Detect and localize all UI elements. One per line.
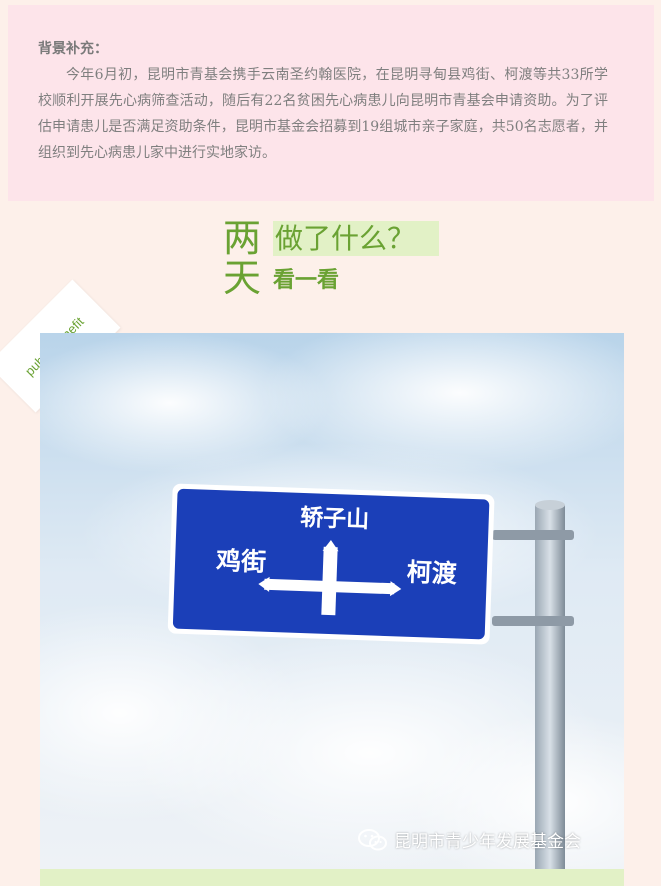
section-heading: 两 天 做了什么？ 看一看	[223, 218, 453, 300]
watermark-text: 昆明市青少年发展基金会	[394, 832, 581, 852]
background-note-title: 背景补充：	[38, 41, 108, 57]
heading-char-1: 两	[223, 216, 262, 260]
bottom-highlight-strip	[40, 869, 624, 886]
sign-text-top: 轿子山	[300, 504, 370, 533]
sign-text-left: 鸡街	[215, 546, 267, 577]
road-sign-illustration: 轿子山 鸡街 柯渡	[40, 333, 624, 869]
wechat-icon	[358, 828, 387, 850]
watermark: 昆明市青少年发展基金会	[358, 827, 581, 852]
heading-sub-text: 看一看	[273, 268, 340, 293]
sign-text-right: 柯渡	[406, 558, 458, 589]
heading-char-2: 天	[223, 256, 262, 300]
sign-pole	[535, 505, 565, 869]
road-sign-photo: 轿子山 鸡街 柯渡 昆明市青少年发展基金会	[40, 333, 624, 869]
background-note-text: 今年6月初，昆明市青基会携手云南圣约翰医院，在昆明寻甸县鸡街、柯渡等共33所学校…	[38, 67, 608, 161]
heading-highlight-text: 做了什么？	[275, 222, 416, 255]
